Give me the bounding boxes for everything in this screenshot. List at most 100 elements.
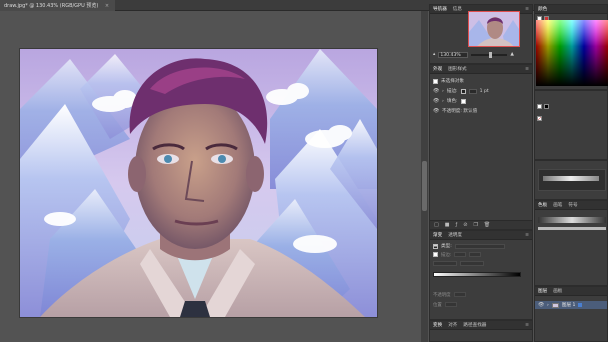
tab-pathfinder[interactable]: 路径查找器 — [463, 322, 486, 328]
appearance-label-object: 未选择对象 — [441, 79, 464, 84]
zoom-input[interactable]: 130.43% — [438, 51, 469, 58]
appearance-label-opacity: 不透明度: 默认值 — [442, 109, 478, 114]
appearance-footer: □ ■ ƒ ⊘ ❐ 🗑 — [430, 220, 532, 229]
gradient-type-select[interactable] — [454, 243, 505, 249]
tab-graphic-styles[interactable]: 图形样式 — [448, 66, 466, 72]
tab-gradient[interactable]: 渐变 — [433, 232, 442, 238]
swatch-row — [537, 115, 542, 122]
brushes-tabs: 色板 画笔 符号 — [535, 201, 607, 210]
navigator-panel: 导航器 信息 ≡ ▴ 130.43% ▲ — [429, 4, 533, 64]
navigator-preview-image — [469, 12, 519, 46]
gradient-location-field[interactable] — [444, 302, 457, 307]
gradient-angle-field[interactable] — [433, 261, 457, 266]
layer-row[interactable]: 👁 › 图层 1 — [535, 301, 607, 309]
new-fill-icon[interactable]: ■ — [445, 222, 450, 228]
color-panel: 颜色 — [534, 4, 608, 90]
stroke-weight-value[interactable]: 1 pt — [480, 89, 489, 94]
tab-transform[interactable]: 变换 — [433, 322, 442, 328]
transform-tabs: 变换 对齐 路径查找器 ≡ — [430, 321, 532, 330]
fx-icon[interactable]: ƒ — [455, 222, 457, 228]
tab-navigator[interactable]: 导航器 — [433, 6, 447, 12]
tab-color[interactable]: 颜色 — [538, 6, 547, 12]
duplicate-icon[interactable]: ❐ — [473, 222, 477, 228]
tab-symbols[interactable]: 符号 — [568, 202, 577, 208]
layer-name[interactable]: 图层 1 — [562, 302, 576, 308]
tab-brushes[interactable]: 画笔 — [553, 202, 562, 208]
gradient-opacity-field[interactable] — [453, 292, 466, 297]
gradient-aspect-field[interactable] — [460, 261, 484, 266]
transform-panel: 变换 对齐 路径查找器 ≡ — [429, 320, 533, 342]
new-stroke-icon[interactable]: □ — [434, 222, 439, 228]
stroke-swatch[interactable] — [460, 88, 466, 94]
tab-info[interactable]: 信息 — [453, 6, 462, 12]
canvas-area[interactable] — [0, 11, 428, 342]
fill-swatch[interactable] — [460, 98, 466, 104]
stroke-weight-stepper[interactable] — [468, 88, 477, 94]
gradient-type-label: 类型: — [441, 244, 452, 249]
vertical-scrollbar[interactable] — [421, 11, 428, 342]
gradient-opacity-label: 不透明度 — [433, 292, 451, 298]
gradient-stroke-option[interactable] — [454, 252, 467, 257]
eye-icon[interactable]: 👁 — [433, 88, 439, 94]
artboard-image — [20, 49, 377, 317]
tab-transparency[interactable]: 透明度 — [448, 232, 462, 238]
trash-icon[interactable]: 🗑 — [484, 222, 490, 228]
document-tab[interactable]: draw.jpg* @ 130.43% (RGB/GPU 预览) × — [0, 0, 116, 11]
appearance-row-fill[interactable]: 👁 › 填色: — [433, 97, 466, 105]
expand-arrow-icon[interactable]: › — [442, 89, 444, 94]
object-swatch — [433, 78, 438, 84]
tab-artboards[interactable]: 画板 — [553, 288, 562, 294]
brush-item[interactable] — [538, 217, 606, 223]
panel-menu-icon[interactable]: ≡ — [525, 67, 529, 72]
appearance-tabs: 外观 图形样式 ≡ — [430, 65, 532, 74]
close-icon[interactable]: × — [105, 3, 109, 9]
tab-appearance[interactable]: 外观 — [433, 66, 442, 72]
scrollbar-thumb[interactable] — [422, 161, 427, 211]
zoom-out-icon[interactable]: ▴ — [433, 52, 435, 57]
gradient-type-row: 类型: — [433, 242, 505, 250]
gradient-slider[interactable] — [433, 272, 521, 277]
tab-layers[interactable]: 图层 — [538, 288, 547, 294]
gradient-stroke-option[interactable] — [469, 252, 482, 257]
layers-tabs: 图层 画板 — [535, 287, 607, 296]
gradient-stroke-label: 描边: — [441, 252, 452, 258]
swatch-white[interactable] — [537, 104, 542, 109]
panel-menu-icon[interactable]: ≡ — [525, 7, 529, 12]
expand-arrow-icon[interactable]: › — [547, 303, 549, 308]
tab-align[interactable]: 对齐 — [448, 322, 457, 328]
eye-icon[interactable]: 👁 — [433, 108, 439, 114]
panel-menu-icon[interactable]: ≡ — [525, 323, 529, 328]
tab-swatches[interactable]: 色板 — [538, 202, 547, 208]
appearance-label-fill: 填色: — [446, 99, 458, 104]
clear-icon[interactable]: ⊘ — [463, 222, 467, 228]
eye-icon[interactable]: 👁 — [538, 302, 544, 308]
eye-icon[interactable]: 👁 — [433, 98, 439, 104]
swatch-row — [537, 103, 549, 110]
gradient-stroke-row: 描边: — [433, 251, 482, 258]
brush-item[interactable] — [538, 227, 606, 230]
gradient-angle-row — [433, 260, 484, 267]
document-tab-title: draw.jpg* @ 130.43% (RGB/GPU 预览) — [4, 3, 99, 9]
swatches-panel — [534, 90, 608, 160]
color-spectrum[interactable] — [536, 20, 608, 86]
layers-panel: 图层 画板 👁 › 图层 1 — [534, 286, 608, 342]
navigator-thumbnail[interactable] — [468, 11, 520, 47]
panel-menu-icon[interactable]: ≡ — [525, 233, 529, 238]
gradient-preview-swatch[interactable] — [433, 243, 438, 249]
brush-stroke-preview — [543, 176, 599, 181]
brush-preview-area[interactable] — [538, 169, 606, 191]
expand-arrow-icon[interactable]: › — [442, 99, 444, 104]
gradient-fill-swatch[interactable] — [433, 252, 438, 257]
zoom-controls: ▴ 130.43% ▲ — [433, 50, 517, 59]
appearance-row-opacity[interactable]: 👁 不透明度: 默认值 — [433, 107, 477, 115]
appearance-panel: 外观 图形样式 ≡ 未选择对象 👁 › 描边: 1 pt 👁 › 填色: 👁 不… — [429, 64, 533, 230]
swatch-none[interactable] — [537, 116, 542, 121]
appearance-row-stroke[interactable]: 👁 › 描边: 1 pt — [433, 87, 489, 95]
zoom-slider[interactable] — [471, 51, 508, 58]
appearance-row-object: 未选择对象 — [433, 77, 464, 85]
gradient-tabs: 渐变 透明度 ≡ — [430, 231, 532, 240]
zoom-in-icon[interactable]: ▲ — [510, 52, 514, 57]
color-tabs: 颜色 — [535, 5, 607, 14]
layer-thumbnail — [551, 302, 559, 308]
swatch-black[interactable] — [544, 104, 549, 109]
